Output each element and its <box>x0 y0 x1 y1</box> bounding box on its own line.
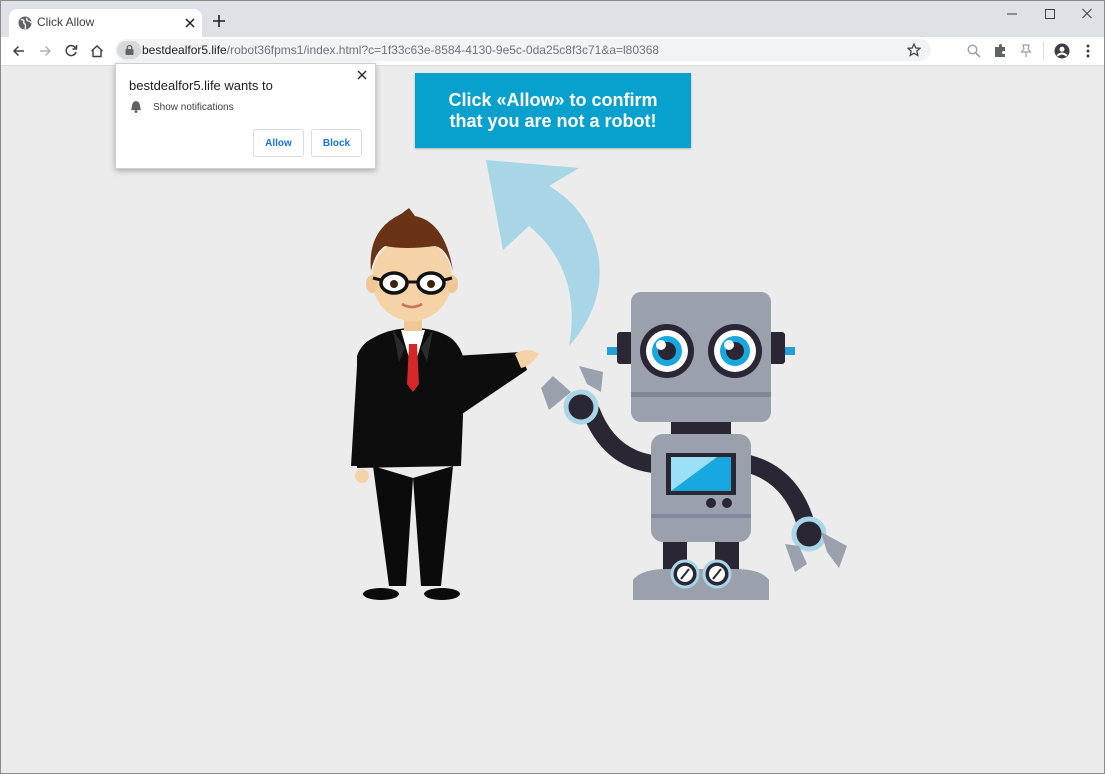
forward-arrow-icon[interactable] <box>37 43 53 59</box>
maximize-icon[interactable] <box>1038 6 1062 22</box>
star-icon[interactable] <box>907 43 921 57</box>
browser-window: Click Allow bestdealfor5.life/robot36fpm… <box>0 0 1105 774</box>
tab-title: Click Allow <box>37 15 95 29</box>
site-info-button[interactable] <box>117 41 141 59</box>
popup-origin-text: bestdealfor5.life wants to <box>129 78 273 93</box>
robot-figure <box>541 292 847 600</box>
extension-icon[interactable] <box>992 43 1008 59</box>
lock-icon <box>125 45 134 55</box>
reload-icon[interactable] <box>63 43 79 59</box>
close-icon[interactable] <box>357 70 367 80</box>
close-window-icon[interactable] <box>1075 6 1099 22</box>
url-host: bestdealfor5.life <box>142 43 227 57</box>
back-arrow-icon[interactable] <box>11 43 27 59</box>
address-bar[interactable]: bestdealfor5.life/robot36fpms1/index.htm… <box>115 39 931 61</box>
permission-text: Show notifications <box>153 102 234 113</box>
notification-permission-popup: bestdealfor5.life wants to Show notifica… <box>115 63 376 169</box>
close-icon[interactable] <box>183 16 197 30</box>
plus-icon[interactable] <box>212 14 226 28</box>
globe-icon <box>18 16 32 30</box>
robot-illustration <box>351 160 847 600</box>
tab-strip: Click Allow <box>1 1 1104 37</box>
url-text[interactable]: bestdealfor5.life/robot36fpms1/index.htm… <box>142 43 659 57</box>
bell-icon <box>131 101 141 113</box>
tab-click-allow[interactable]: Click Allow <box>9 9 202 37</box>
minimize-icon[interactable] <box>1000 6 1024 22</box>
page-content: Click «Allow» to confirm that you are no… <box>1 66 1104 773</box>
businessman-figure <box>351 208 539 600</box>
home-icon[interactable] <box>89 43 105 59</box>
browser-toolbar: bestdealfor5.life/robot36fpms1/index.htm… <box>1 37 1104 66</box>
pin-icon[interactable] <box>1018 43 1034 59</box>
curved-arrow <box>486 160 600 346</box>
menu-dots-icon[interactable] <box>1080 43 1096 59</box>
block-button[interactable]: Block <box>311 129 362 157</box>
allow-button[interactable]: Allow <box>253 129 304 157</box>
profile-icon[interactable] <box>1054 43 1070 59</box>
zoom-icon[interactable] <box>966 43 982 59</box>
toolbar-divider <box>1043 42 1044 60</box>
url-path: /robot36fpms1/index.html?c=1f33c63e-8584… <box>226 43 660 57</box>
